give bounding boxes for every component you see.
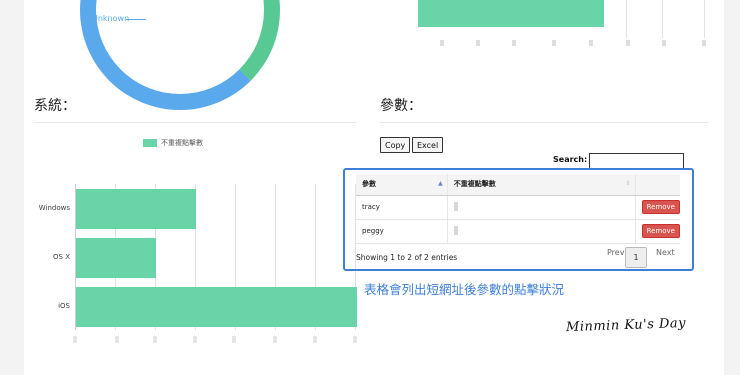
chart-bar: [76, 287, 357, 327]
chart-x-tick-label: [353, 336, 357, 343]
chart-x-tick-label: [73, 336, 77, 343]
copy-button[interactable]: Copy: [380, 137, 411, 153]
chart-x-tick-label: [313, 336, 317, 343]
system-section-title: 系統：: [34, 98, 76, 114]
table-row: peggy Remove: [356, 219, 680, 244]
params-section-title: 參數：: [380, 98, 422, 114]
redacted-value: [453, 201, 458, 211]
clicks-cell: [447, 195, 636, 220]
legend-swatch: [143, 139, 157, 147]
chart-x-tick-label: [273, 336, 277, 343]
column-header-clicks[interactable]: 不重複點擊數 ⇕: [447, 174, 636, 196]
caption-text: 表格會列出短網址後參數的點擊狀況: [364, 282, 565, 297]
top-tick: [440, 40, 444, 46]
top-tick: [662, 40, 666, 46]
legend-label: 不重複點擊數: [161, 139, 203, 147]
top-gridline: [704, 0, 705, 38]
column-header-param[interactable]: 參數 ▲: [356, 174, 448, 196]
chart-category-label: Windows: [38, 204, 70, 212]
section-divider: [380, 122, 708, 123]
sort-icon: ⇕: [625, 180, 631, 187]
chart-x-tick-label: [193, 336, 197, 343]
top-tick: [552, 40, 556, 46]
params-table: 參數 ▲ 不重複點擊數 ⇕ tracy Remove peggy Remove: [356, 174, 680, 244]
excel-button[interactable]: Excel: [412, 137, 444, 153]
top-gridline: [626, 0, 627, 38]
pagination-next[interactable]: Next: [656, 248, 675, 257]
actions-cell: Remove: [635, 195, 680, 220]
top-chart-bar: [418, 0, 604, 27]
top-tick: [702, 40, 706, 46]
redacted-value: [453, 225, 458, 235]
pagination-page-1[interactable]: 1: [625, 247, 647, 268]
chart-x-tick-label: [153, 336, 157, 343]
actions-cell: Remove: [635, 219, 680, 244]
top-gridline: [662, 0, 663, 38]
param-cell: tracy: [356, 195, 448, 220]
chart-bar: [76, 238, 156, 278]
search-label: Search:: [553, 155, 588, 164]
chart-x-tick-label: [115, 336, 119, 343]
chart-x-tick-label: [232, 336, 236, 343]
top-tick: [589, 40, 593, 46]
column-header-actions: [635, 174, 680, 196]
sort-asc-icon: ▲: [438, 180, 443, 187]
clicks-cell: [447, 219, 636, 244]
chart-category-label: OS X: [53, 253, 70, 261]
remove-button[interactable]: Remove: [641, 224, 680, 238]
chart-bar: [76, 189, 196, 229]
table-info: Showing 1 to 2 of 2 entries: [356, 253, 458, 262]
chart-legend[interactable]: 不重複點擊數: [143, 138, 203, 148]
remove-button[interactable]: Remove: [641, 200, 680, 214]
table-row: tracy Remove: [356, 195, 680, 220]
section-divider: [34, 122, 356, 123]
donut-label-unknown: Unknown: [92, 14, 130, 23]
top-tick: [626, 40, 630, 46]
donut-label-line: [126, 19, 146, 20]
top-tick: [476, 40, 480, 46]
param-cell: peggy: [356, 219, 448, 244]
chart-category-label: iOS: [58, 302, 70, 310]
top-tick: [512, 40, 516, 46]
